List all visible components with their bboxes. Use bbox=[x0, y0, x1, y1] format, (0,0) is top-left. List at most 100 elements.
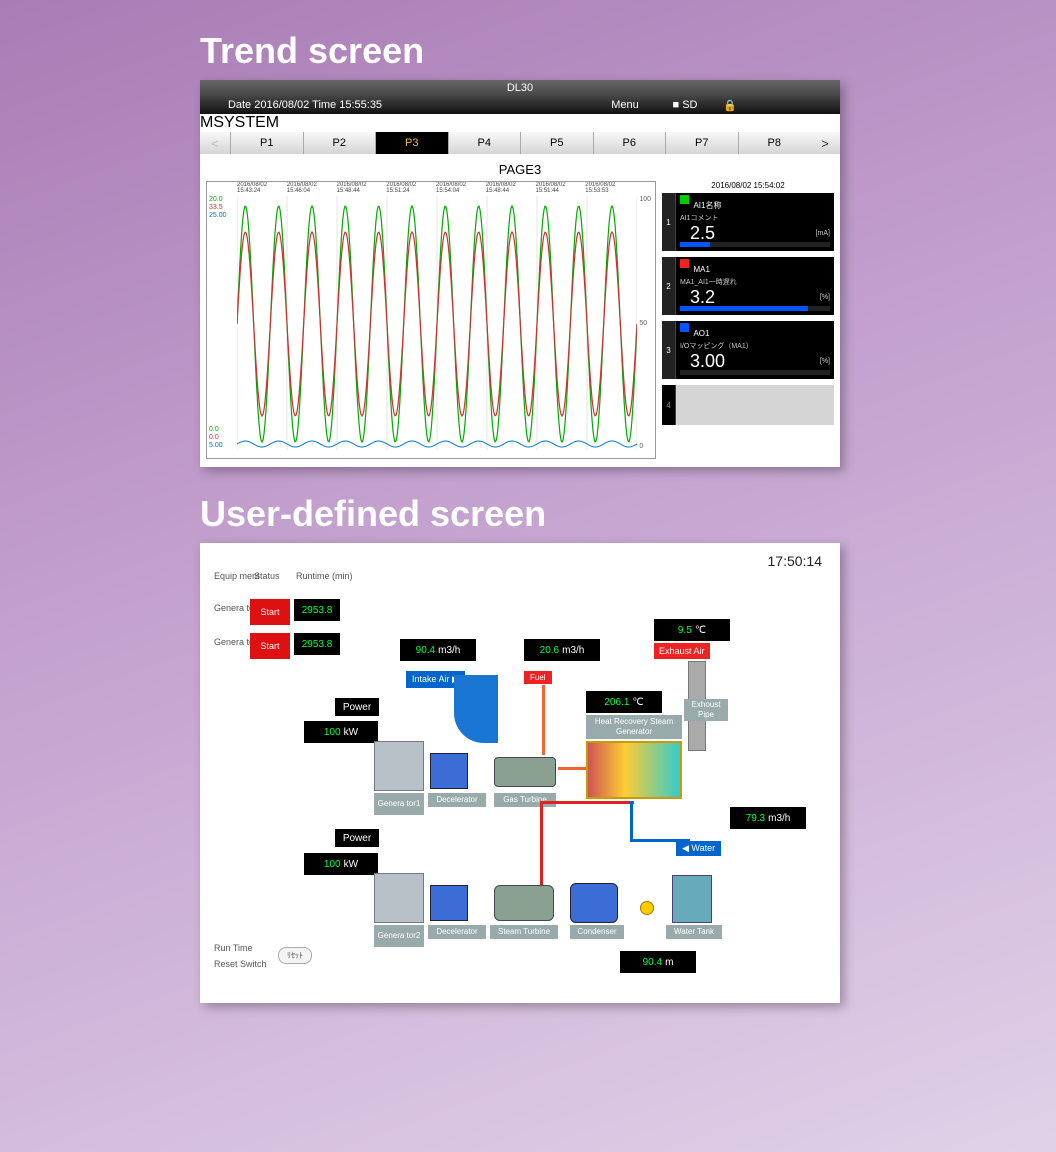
side-timestamp: 2016/08/02 15:54:02 bbox=[662, 181, 834, 190]
tab-row: < P1 P2 P3 P4 P5 P6 P7 P8 > bbox=[200, 132, 840, 154]
steam-turbine-graphic bbox=[494, 885, 554, 921]
color-swatch bbox=[680, 259, 689, 268]
channel-card-1[interactable]: 1 AI1名称 AI1コメント2.5[mA] bbox=[662, 193, 834, 251]
card-index: 2 bbox=[662, 257, 676, 315]
y-scale-bottom: 0.0 0.0 5.00 bbox=[209, 426, 223, 450]
color-swatch bbox=[680, 195, 689, 204]
section-title-uds: User-defined screen bbox=[200, 493, 1056, 535]
label-gen2: Genera tor2 bbox=[374, 925, 424, 947]
water-line-h bbox=[630, 839, 690, 842]
value-power-1: 100kW bbox=[304, 721, 378, 743]
y-scale-top: 20.0 33.5 25.00 bbox=[209, 196, 227, 220]
label-decel-2: Decelerator bbox=[428, 925, 486, 939]
gas-turbine-graphic bbox=[494, 757, 556, 787]
card-bar bbox=[680, 306, 830, 311]
tab-next-icon[interactable]: > bbox=[810, 136, 840, 151]
water-tank-graphic bbox=[672, 875, 712, 923]
y-scale-right: 100500 bbox=[639, 196, 651, 450]
value-hrsg-temp: 206.1℃ bbox=[586, 691, 662, 713]
value-water-flow: 79.3m3/h bbox=[730, 807, 806, 829]
value-exhaust-temp: 9.5℃ bbox=[654, 619, 730, 641]
gen2-start-button[interactable]: Start bbox=[250, 633, 290, 659]
lock-icon: 🔒 bbox=[710, 99, 750, 112]
label-steam-turbine: Steam Turbine bbox=[490, 925, 558, 939]
side-panel: 2016/08/02 15:54:02 1 AI1名称 AI1コメント2.5[mA… bbox=[662, 181, 834, 459]
tab-p5[interactable]: P5 bbox=[520, 132, 593, 154]
label-exhaust-pipe: Exhoust Pipe bbox=[684, 699, 728, 721]
device-name: DL30 bbox=[200, 80, 840, 96]
gen2-runtime: 2953.8 bbox=[294, 633, 340, 655]
card-index: 1 bbox=[662, 193, 676, 251]
steam-line-h bbox=[540, 801, 634, 804]
decelerator-2-graphic bbox=[430, 885, 468, 921]
page-title: PAGE3 bbox=[206, 162, 834, 177]
label-power-2: Power bbox=[335, 829, 379, 847]
channel-card-4[interactable]: 4 bbox=[662, 385, 834, 425]
card-unit: [%] bbox=[820, 294, 830, 301]
decelerator-1-graphic bbox=[430, 753, 468, 789]
gt-to-hrsg-line bbox=[558, 767, 586, 770]
gen1-runtime: 2953.8 bbox=[294, 599, 340, 621]
condenser-graphic bbox=[570, 883, 618, 923]
hdr-runtime: Runtime (min) bbox=[296, 571, 353, 582]
generator-2-graphic bbox=[374, 873, 424, 923]
reset-button[interactable]: ﾘｾｯﾄ bbox=[278, 947, 312, 964]
waveform-svg bbox=[237, 196, 637, 450]
card-bar bbox=[680, 242, 830, 247]
water-line-v bbox=[630, 801, 633, 841]
label-water-tank: Water Tank bbox=[666, 925, 722, 939]
tab-p4[interactable]: P4 bbox=[448, 132, 521, 154]
trend-window: DL30 Date 2016/08/02 Time 15:55:35 Menu … bbox=[200, 80, 840, 467]
card-bar bbox=[680, 370, 830, 375]
card-subtitle: AI1コメント bbox=[680, 213, 830, 223]
card-unit: [%] bbox=[820, 358, 830, 365]
intake-pipe-graphic bbox=[454, 675, 498, 743]
card-subtitle: I/Oマッピング（MA1） bbox=[680, 341, 830, 351]
label-gen1: Genera tor1 bbox=[374, 793, 424, 815]
label-fuel: Fuel bbox=[524, 671, 552, 684]
value-tank-level: 90.4m bbox=[620, 951, 696, 973]
pump-graphic bbox=[640, 901, 654, 915]
value-power-2: 100kW bbox=[304, 853, 378, 875]
tab-p6[interactable]: P6 bbox=[593, 132, 666, 154]
tab-p2[interactable]: P2 bbox=[303, 132, 376, 154]
card-name: AI1名称 bbox=[693, 201, 721, 210]
uds-window: 17:50:14 Equip ment Status Runtime (min)… bbox=[200, 543, 840, 1003]
card-name: AO1 bbox=[693, 329, 709, 338]
gen1-start-button[interactable]: Start bbox=[250, 599, 290, 625]
tab-p3[interactable]: P3 bbox=[375, 132, 448, 154]
label-gas-turbine: Gas Turbine bbox=[494, 793, 556, 807]
tab-p8[interactable]: P8 bbox=[738, 132, 811, 154]
uds-time: 17:50:14 bbox=[768, 553, 823, 569]
hdr-equipment: Equip ment bbox=[214, 571, 260, 582]
card-index: 4 bbox=[662, 385, 676, 425]
channel-card-3[interactable]: 3 AO1 I/Oマッピング（MA1）3.00[%] bbox=[662, 321, 834, 379]
label-reset-switch: Reset Switch bbox=[214, 959, 267, 969]
sd-indicator: ■ SD bbox=[660, 99, 710, 111]
tab-p1[interactable]: P1 bbox=[230, 132, 303, 154]
label-condenser: Condenser bbox=[570, 925, 624, 939]
card-subtitle: MA1_AI1一時遅れ bbox=[680, 277, 830, 287]
menu-button[interactable]: Menu bbox=[590, 99, 660, 111]
topbar: DL30 Date 2016/08/02 Time 15:55:35 Menu … bbox=[200, 80, 840, 114]
value-intake-flow: 90.4m3/h bbox=[400, 639, 476, 661]
card-value: 2.5 bbox=[690, 223, 830, 244]
fuel-line bbox=[542, 685, 545, 755]
label-exhaust-air: Exhaust Air bbox=[654, 643, 710, 659]
card-value: 3.00 bbox=[690, 351, 830, 372]
card-index: 3 bbox=[662, 321, 676, 379]
channel-card-2[interactable]: 2 MA1 MA1_AI1一時遅れ3.2[%] bbox=[662, 257, 834, 315]
label-power-1: Power bbox=[335, 698, 379, 716]
card-name: MA1 bbox=[693, 265, 709, 274]
steam-line-v bbox=[540, 801, 543, 885]
value-fuel-flow: 20.6m3/h bbox=[524, 639, 600, 661]
chart-time-labels: 2016/08/02 15:43:24 2016/08/02 15:46:04 … bbox=[237, 182, 635, 194]
card-value: 3.2 bbox=[690, 287, 830, 308]
hrsg-graphic bbox=[586, 741, 682, 799]
generator-1-graphic bbox=[374, 741, 424, 791]
tab-p7[interactable]: P7 bbox=[665, 132, 738, 154]
trend-chart[interactable]: 2016/08/02 15:43:24 2016/08/02 15:46:04 … bbox=[206, 181, 656, 459]
brand-logo: MSYSTEM bbox=[200, 114, 840, 132]
card-unit: [mA] bbox=[816, 230, 830, 237]
tab-prev-icon[interactable]: < bbox=[200, 136, 230, 151]
